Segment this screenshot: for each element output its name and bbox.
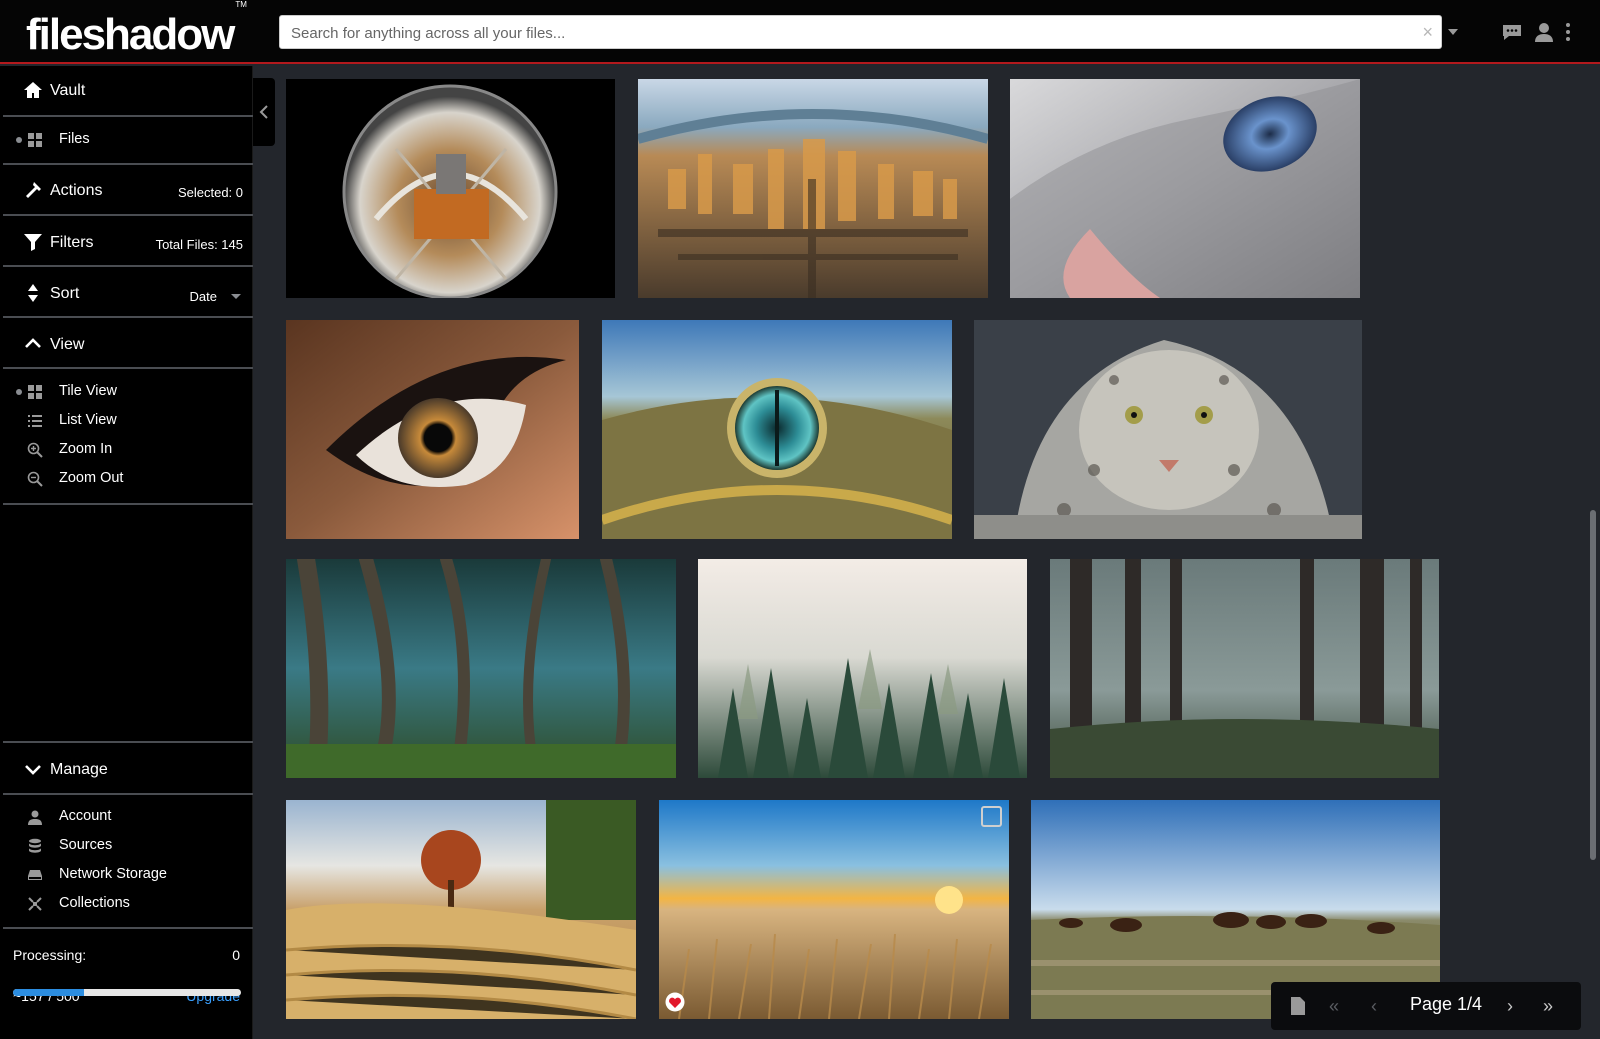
photo-tile-city-fisheye[interactable] — [638, 79, 988, 298]
tile-view-label: Tile View — [59, 383, 118, 399]
user-icon — [28, 810, 42, 825]
view-item-tile[interactable]: Tile View — [3, 378, 253, 406]
zoom-in-label: Zoom In — [59, 441, 113, 457]
sidebar-section-sort[interactable]: Sort Date — [3, 267, 253, 317]
photo-tile-autumn-field[interactable] — [286, 800, 636, 1019]
sort-icon — [28, 284, 38, 302]
previous-page-button[interactable]: ‹ — [1371, 996, 1377, 1017]
last-page-button[interactable]: » — [1543, 996, 1553, 1017]
divider — [3, 793, 253, 795]
sidebar-section-manage[interactable]: Manage — [3, 743, 253, 793]
collapse-sidebar-button[interactable] — [253, 78, 275, 146]
file-icon[interactable] — [1291, 997, 1305, 1015]
collections-label: Collections — [59, 895, 130, 911]
sidebar-section-filters[interactable]: Filters Total Files: 145 — [3, 216, 253, 266]
storage-progress-bar — [13, 989, 241, 996]
vault-label: Vault — [50, 82, 86, 99]
sidebar-item-files[interactable]: Files — [3, 117, 253, 163]
grid-icon — [28, 133, 42, 147]
sidebar-section-actions[interactable]: Actions Selected: 0 — [3, 165, 253, 215]
manage-item-network-storage[interactable]: Network Storage — [3, 861, 253, 889]
hard-drive-icon — [28, 870, 42, 880]
search-input[interactable] — [289, 17, 1393, 49]
sort-value[interactable]: Date — [190, 289, 217, 304]
chevron-up-icon — [25, 338, 41, 348]
home-icon — [24, 82, 42, 98]
heart-favorite-icon[interactable] — [665, 992, 685, 1012]
processing-label: Processing: — [13, 947, 87, 963]
view-label: View — [50, 336, 85, 353]
view-item-zoom-out[interactable]: Zoom Out — [3, 465, 253, 493]
storage-progress-fill — [13, 989, 84, 996]
logo-text: fileshadow — [26, 10, 235, 59]
divider — [3, 927, 253, 929]
chevron-left-icon — [259, 105, 268, 119]
scrollbar[interactable] — [1590, 510, 1596, 860]
sidebar-section-view[interactable]: View — [3, 318, 253, 368]
photo-tile-foggy-pine-forest[interactable] — [698, 559, 1027, 778]
sort-label: Sort — [50, 285, 80, 302]
grid-icon — [28, 385, 42, 399]
first-page-button[interactable]: « — [1329, 996, 1339, 1017]
photo-tile-gecko-eye[interactable] — [602, 320, 952, 539]
divider — [3, 503, 253, 505]
sources-label: Sources — [59, 837, 113, 853]
photo-tile-fisheye-interior[interactable] — [286, 79, 615, 298]
total-files: Total Files: 145 — [155, 237, 243, 252]
view-item-zoom-in[interactable]: Zoom In — [3, 436, 253, 464]
zoom-out-icon — [27, 471, 43, 487]
list-view-label: List View — [59, 412, 117, 428]
collections-icon — [28, 897, 42, 911]
photo-tile-dark-forest[interactable] — [1050, 559, 1439, 778]
filters-label: Filters — [50, 234, 94, 251]
search-options-chevron-down-icon[interactable] — [1448, 29, 1458, 35]
manage-item-collections[interactable]: Collections — [3, 890, 253, 918]
chat-icon[interactable] — [1500, 20, 1524, 44]
filter-icon — [24, 234, 42, 251]
manage-item-sources[interactable]: Sources — [3, 832, 253, 860]
photo-tile-human-eye[interactable] — [286, 320, 579, 539]
list-icon — [28, 415, 42, 427]
more-vertical-icon[interactable] — [1562, 20, 1574, 44]
fileshadow-logo[interactable]: fileshadowTM — [26, 0, 247, 60]
chevron-down-icon[interactable] — [231, 292, 241, 300]
view-item-list[interactable]: List View — [3, 407, 253, 435]
files-label: Files — [59, 131, 90, 147]
chevron-down-icon — [25, 765, 41, 775]
pagination: « ‹ Page 1/4 › » — [1271, 982, 1581, 1030]
zoom-in-icon — [27, 442, 43, 458]
next-page-button[interactable]: › — [1507, 996, 1513, 1017]
sidebar: Vault Files Actions Selected: 0 Filters … — [0, 66, 253, 1039]
top-bar: fileshadowTM × — [0, 0, 1600, 64]
search-box: × — [279, 15, 1442, 49]
account-label: Account — [59, 808, 112, 824]
actions-label: Actions — [50, 182, 103, 199]
photo-tile-snow-leopard[interactable] — [974, 320, 1362, 539]
active-dot — [16, 137, 22, 143]
logo-trademark: TM — [235, 0, 247, 10]
sidebar-item-vault[interactable]: Vault — [3, 66, 253, 116]
manage-label: Manage — [50, 761, 108, 778]
user-icon[interactable] — [1532, 20, 1556, 44]
page-indicator: Page 1/4 — [1410, 994, 1483, 1014]
zoom-out-label: Zoom Out — [59, 470, 124, 486]
network-storage-label: Network Storage — [59, 866, 167, 882]
hammer-icon — [26, 182, 41, 198]
manage-item-account[interactable]: Account — [3, 803, 253, 831]
processing-count: 0 — [232, 947, 240, 963]
selected-count: Selected: 0 — [177, 185, 243, 200]
photo-tile-cat-eye[interactable] — [1010, 79, 1360, 298]
divider — [3, 367, 253, 369]
database-icon — [29, 838, 41, 853]
clear-search-icon[interactable]: × — [1422, 22, 1433, 42]
photo-tile-misty-forest-teal[interactable] — [286, 559, 676, 778]
active-dot — [16, 389, 22, 395]
photo-tile-wheat-sunset[interactable] — [659, 800, 1009, 1019]
